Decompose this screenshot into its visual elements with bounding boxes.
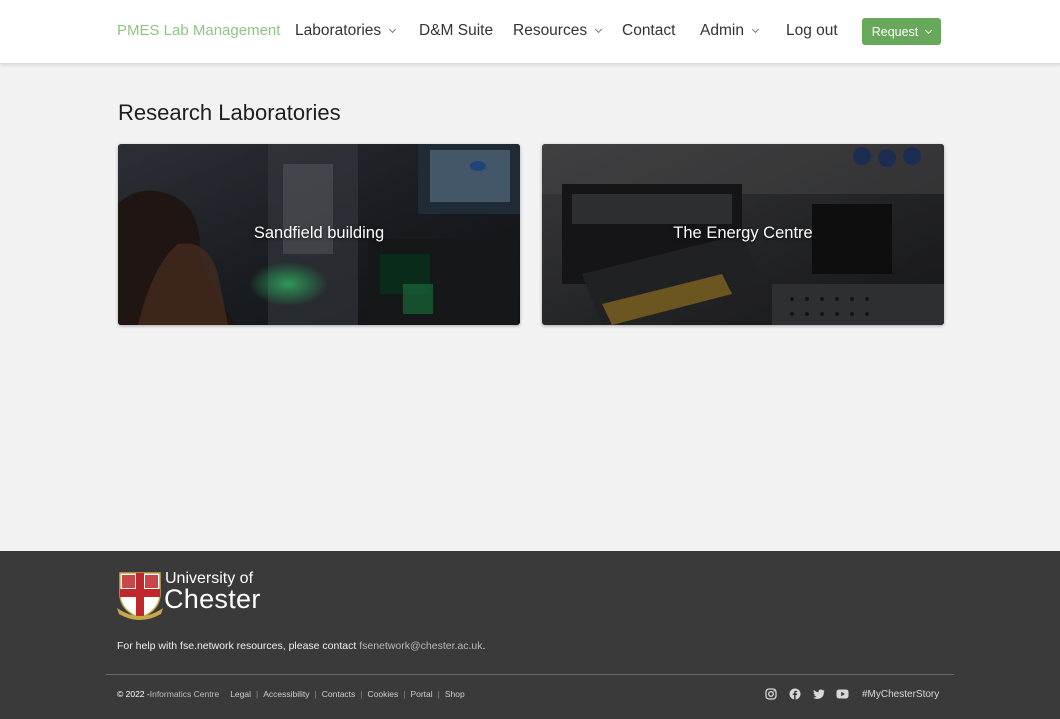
link-separator: | — [403, 689, 406, 699]
link-separator: | — [256, 689, 259, 699]
logo-line-2: Chester — [164, 584, 261, 614]
university-logo[interactable]: University of Chester — [117, 570, 277, 620]
nav-admin[interactable]: Admin — [700, 22, 759, 40]
footer-link-accessibility[interactable]: Accessibility — [263, 689, 309, 699]
nav-logout-label: Log out — [786, 22, 838, 39]
link-separator: | — [437, 689, 440, 699]
request-button-label: Request — [871, 24, 919, 39]
footer-link-legal[interactable]: Legal — [230, 689, 251, 699]
brand-link[interactable]: PMES Lab Management — [117, 22, 280, 39]
chevron-down-icon — [389, 25, 397, 34]
page-title: Research Laboratories — [118, 100, 341, 125]
help-email-link[interactable]: fsenetwork@chester.ac.uk — [359, 640, 482, 652]
help-text-suffix: . — [482, 640, 486, 652]
nav-contact-label: Contact — [622, 22, 676, 39]
request-dropdown-button[interactable]: Request — [862, 18, 941, 45]
copyright-text: © 2022 - — [117, 689, 150, 699]
help-text-body: For help with fse.network resources, ple… — [117, 640, 360, 652]
chevron-down-icon — [751, 25, 759, 34]
lab-card-sandfield-label: Sandfield building — [253, 224, 385, 242]
footer-link-shop[interactable]: Shop — [445, 689, 465, 699]
hashtag-link[interactable]: #MyChesterStory — [862, 689, 939, 700]
nav-resources[interactable]: Resources — [513, 22, 603, 40]
nav-logout[interactable]: Log out — [786, 22, 838, 40]
social-links: #MyChesterStory — [764, 687, 939, 701]
informatics-centre-link[interactable]: Informatics Centre — [150, 689, 219, 699]
university-crest-icon — [117, 572, 163, 620]
nav-dm-suite-label: D&M Suite — [419, 22, 494, 39]
legal-links: © 2022 - Informatics Centre Legal | Acce… — [117, 689, 465, 699]
lab-card-energy-centre[interactable]: The Energy Centre — [542, 144, 944, 325]
site-footer: University of Chester For help with fse.… — [0, 551, 1060, 719]
chevron-down-icon — [925, 26, 933, 34]
instagram-icon[interactable] — [764, 688, 777, 701]
nav-laboratories-label: Laboratories — [295, 22, 382, 39]
nav-contact[interactable]: Contact — [622, 22, 675, 40]
chevron-down-icon — [595, 25, 603, 34]
nav-laboratories[interactable]: Laboratories — [295, 22, 397, 40]
youtube-icon[interactable] — [836, 688, 849, 701]
top-navbar: PMES Lab Management Laboratories D&M Sui… — [0, 0, 1060, 64]
lab-card-sandfield[interactable]: Sandfield building — [118, 144, 520, 325]
nav-resources-label: Resources — [513, 22, 588, 39]
footer-link-portal[interactable]: Portal — [410, 689, 432, 699]
link-separator: | — [314, 689, 317, 699]
facebook-icon[interactable] — [788, 688, 801, 701]
nav-admin-label: Admin — [700, 22, 744, 39]
link-separator: | — [360, 689, 363, 699]
nav-dm-suite[interactable]: D&M Suite — [419, 22, 493, 40]
twitter-icon[interactable] — [812, 688, 825, 701]
footer-divider — [106, 674, 954, 675]
help-text: For help with fse.network resources, ple… — [117, 640, 485, 652]
footer-link-contacts[interactable]: Contacts — [322, 689, 356, 699]
lab-card-energy-centre-label: The Energy Centre — [673, 224, 813, 242]
footer-link-cookies[interactable]: Cookies — [368, 689, 399, 699]
